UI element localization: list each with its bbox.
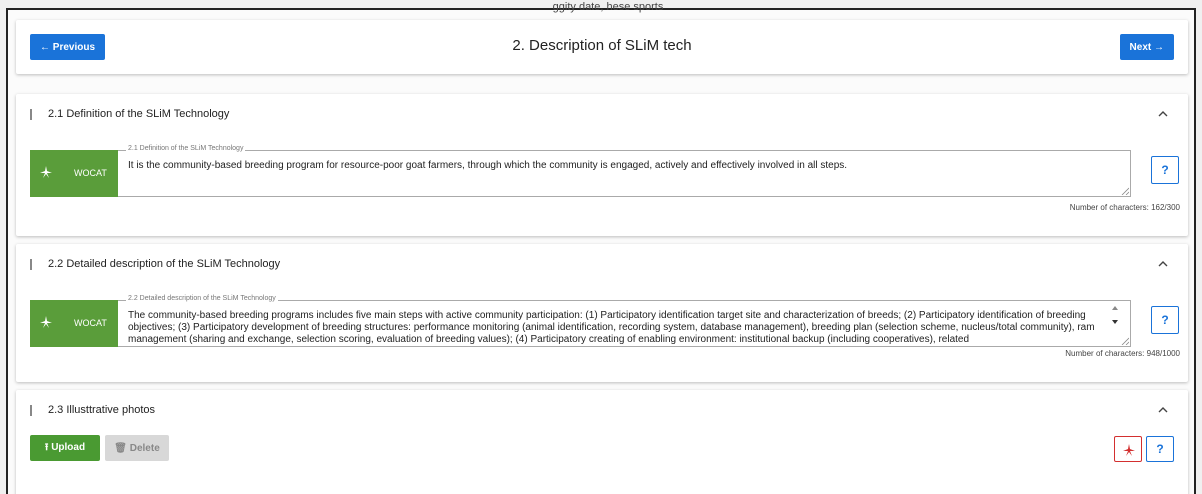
char-count: Number of characters: 162/300 [1069,203,1180,212]
wocat-logo-icon [40,166,52,178]
chevron-up-icon[interactable] [1156,257,1170,271]
app-frame: ggity date, hese sports ← Previous 2. De… [6,1,1196,494]
help-button[interactable]: ? [1151,156,1179,184]
next-button[interactable]: Next → [1119,34,1174,60]
section-title: 2.2 Detailed description of the SLiM Tec… [48,258,281,270]
section-header[interactable]: 2.1 Definition of the SLiM Technology [16,94,1188,134]
chevron-up-icon[interactable] [1156,403,1170,417]
pdf-icon [1123,444,1135,456]
pdf-button[interactable] [1114,436,1142,462]
wocat-badge: WOCAT [30,300,118,347]
resize-handle-icon[interactable] [1121,337,1129,345]
definition-textarea[interactable]: 2.1 Definition of the SLiM Technology It… [118,145,1131,197]
section-illustrative-photos: 2.3 Illusttrative photos ⭱ Upload 🗑 Dele… [16,390,1188,494]
help-button[interactable]: ? [1146,436,1174,462]
section-marker [30,259,32,270]
window-caption: ggity date, hese sports [552,1,664,13]
delete-button: 🗑 Delete [105,435,169,461]
upload-label: Upload [51,441,86,453]
section-detailed-description: 2.2 Detailed description of the SLiM Tec… [16,244,1188,382]
resize-handle-icon[interactable] [1121,187,1129,195]
char-count: Number of characters: 948/1000 [1065,349,1180,358]
delete-label: Delete [129,442,160,454]
page-title: 2. Description of SLiM tech [512,37,692,54]
scrollbar[interactable] [1110,303,1120,345]
section-definition: 2.1 Definition of the SLiM Technology WO… [16,94,1188,236]
field-value: The community-based breeding programs in… [128,310,1095,345]
section-header[interactable]: 2.2 Detailed description of the SLiM Tec… [16,244,1188,284]
section-marker [30,405,32,416]
section-header[interactable]: 2.3 Illusttrative photos [16,390,1188,430]
trash-icon: 🗑 [114,442,130,454]
upload-button[interactable]: ⭱ Upload [30,435,100,461]
field-legend: 2.1 Definition of the SLiM Technology [126,145,246,152]
help-button[interactable]: ? [1151,306,1179,334]
section-marker [30,109,32,120]
section-title: 2.1 Definition of the SLiM Technology [48,108,230,120]
field-value: It is the community-based breeding progr… [128,160,848,171]
wocat-badge: WOCAT [30,150,118,197]
wocat-logo-icon [40,316,52,328]
chevron-up-icon[interactable] [1156,107,1170,121]
section-title: 2.3 Illusttrative photos [48,404,156,416]
wocat-label: WOCAT [74,318,107,328]
page-header: ← Previous 2. Description of SLiM tech N… [16,20,1188,74]
field-legend: 2.2 Detailed description of the SLiM Tec… [126,295,278,302]
wocat-label: WOCAT [74,168,107,178]
detailed-description-textarea[interactable]: 2.2 Detailed description of the SLiM Tec… [118,295,1131,347]
